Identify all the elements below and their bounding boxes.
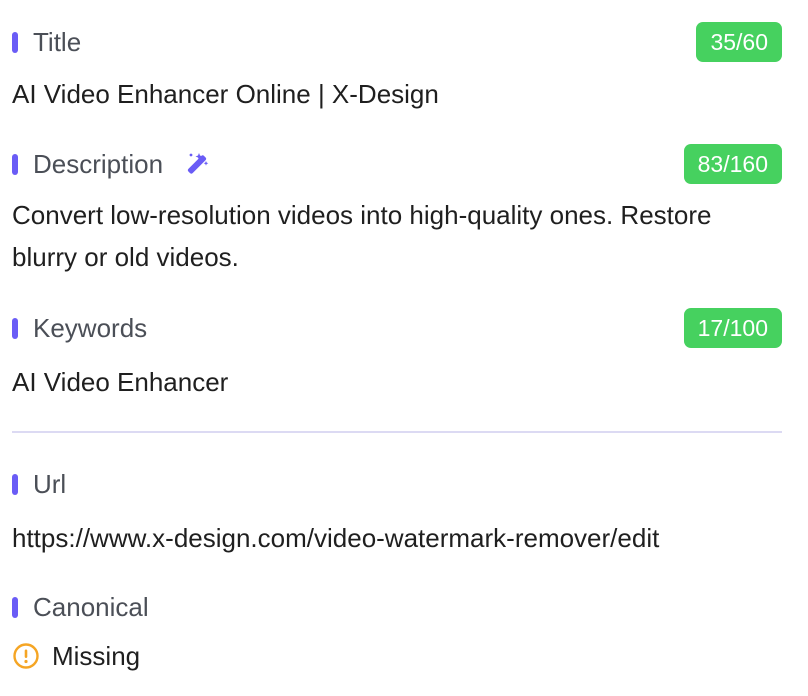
url-section: Url https://www.x-design.com/video-water… [12,464,782,559]
warning-circle-icon [12,642,40,670]
description-header: Description 83/160 [12,144,782,184]
title-header: Title 35/60 [12,22,782,62]
accent-bar [12,596,18,618]
canonical-status: Missing [52,641,141,671]
keywords-label: Keywords [33,312,148,343]
seo-meta-panel: Title 35/60 AI Video Enhancer Online | X… [0,0,808,696]
canonical-status-row: Missing [12,635,782,677]
canonical-label: Canonical [33,591,149,622]
accent-bar [12,31,18,53]
url-header: Url [12,464,782,504]
keywords-value: AI Video Enhancer [12,367,229,397]
section-divider [12,431,782,433]
keywords-count-badge: 17/100 [683,308,782,348]
accent-bar [12,473,18,495]
description-label: Description [33,148,164,179]
title-count-badge: 35/60 [696,22,782,62]
magic-wand-icon[interactable] [183,150,211,178]
url-value: https://www.x-design.com/video-watermark… [12,523,660,553]
canonical-section: Canonical Missing [12,587,782,677]
description-count-badge: 83/160 [683,144,782,184]
accent-bar [12,317,18,339]
title-value: AI Video Enhancer Online | X-Design [12,79,439,109]
title-label: Title [33,26,82,57]
description-value: Convert low-resolution videos into high-… [12,200,712,272]
url-label: Url [33,468,67,499]
description-section: Description 83/160 Convert low-resolutio… [12,144,782,278]
accent-bar [12,153,18,175]
title-section: Title 35/60 AI Video Enhancer Online | X… [12,22,782,115]
canonical-header: Canonical [12,587,782,627]
keywords-header: Keywords 17/100 [12,308,782,348]
keywords-section: Keywords 17/100 AI Video Enhancer [12,308,782,403]
